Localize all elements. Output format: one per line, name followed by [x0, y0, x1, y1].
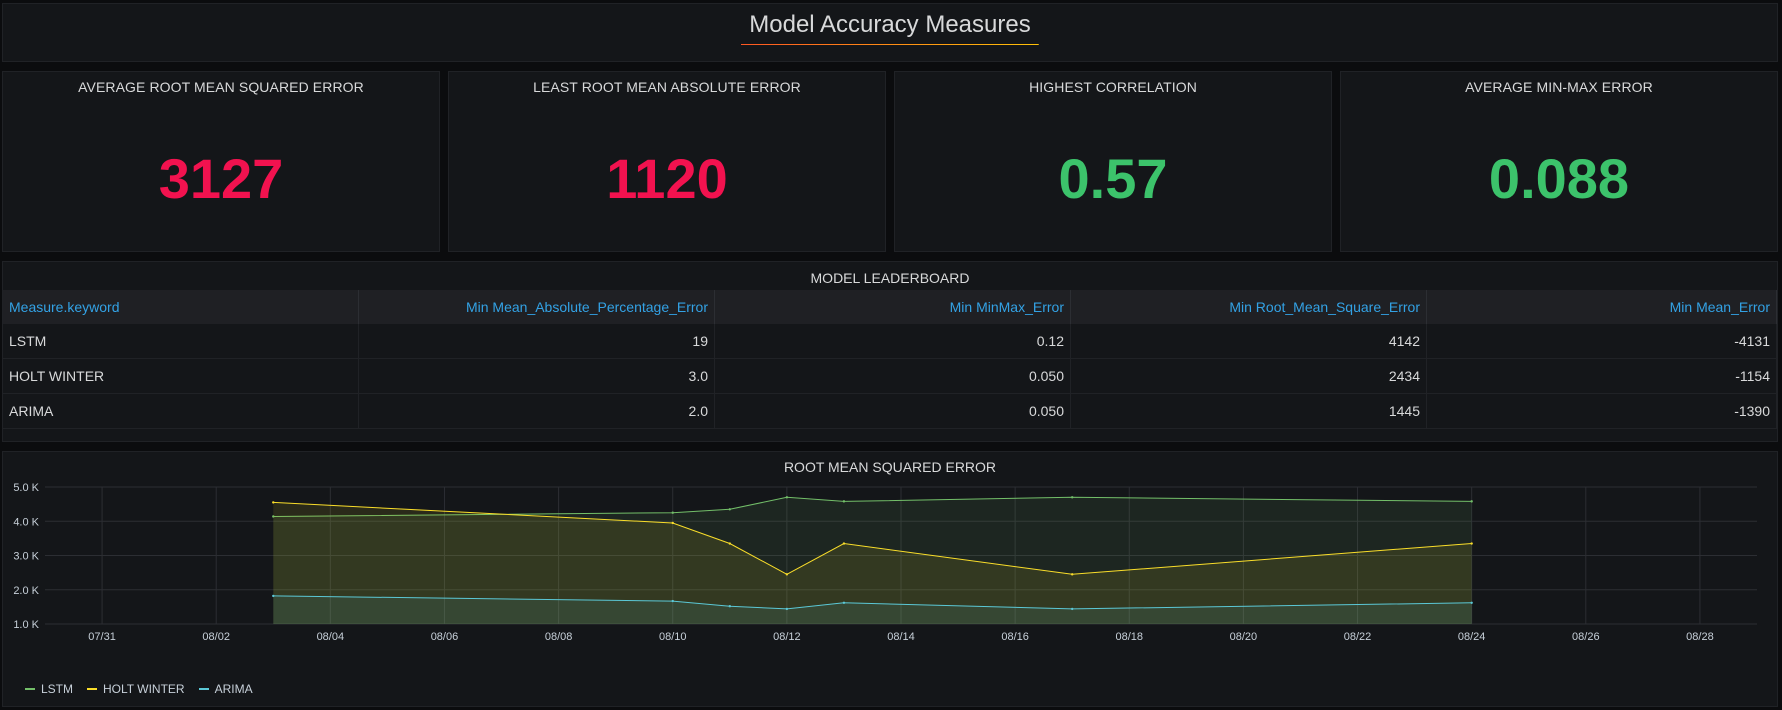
- column-header-mape[interactable]: Min Mean_Absolute_Percentage_Error: [358, 290, 715, 324]
- table-cell: -1154: [1426, 358, 1777, 394]
- stat-panel-highest-correlation[interactable]: HIGHEST CORRELATION 0.57: [894, 71, 1332, 252]
- x-tick-label: 08/08: [545, 631, 573, 643]
- leaderboard-table: Measure.keyword Min Mean_Absolute_Percen…: [3, 290, 1777, 429]
- column-header-mean-error[interactable]: Min Mean_Error: [1426, 290, 1777, 324]
- column-header-rmse[interactable]: Min Root_Mean_Square_Error: [1070, 290, 1427, 324]
- chart-title: ROOT MEAN SQUARED ERROR: [783, 459, 997, 475]
- table-cell: LSTM: [3, 324, 359, 359]
- table-cell: 2434: [1070, 358, 1427, 394]
- data-point-lstm: [671, 511, 674, 514]
- data-point-lstm: [785, 496, 789, 499]
- x-tick-label: 08/24: [1458, 631, 1486, 643]
- stat-value: 1120: [606, 147, 728, 210]
- data-point-holt-winter: [1071, 573, 1074, 576]
- stat-value: 3127: [158, 147, 284, 210]
- stat-title: AVERAGE ROOT MEAN SQUARED ERROR: [78, 79, 364, 95]
- stat-value: 0.088: [1488, 147, 1630, 210]
- legend-item-lstm[interactable]: LSTM: [25, 682, 73, 696]
- dashboard-title: Model Accuracy Measures: [741, 11, 1039, 46]
- stat-value: 0.57: [1058, 147, 1168, 210]
- legend-item-arima[interactable]: ARIMA: [198, 682, 253, 696]
- data-point-lstm: [1470, 500, 1473, 503]
- legend-label: ARIMA: [214, 682, 253, 696]
- table-cell: 0.050: [714, 358, 1071, 394]
- table-cell: 4142: [1070, 324, 1427, 359]
- x-tick-label: 08/16: [1001, 631, 1029, 643]
- y-tick-label: 5.0 K: [13, 482, 39, 494]
- data-point-arima: [842, 601, 846, 604]
- table-cell: 1445: [1070, 393, 1427, 429]
- legend-swatch-holt-winter: [87, 688, 98, 690]
- data-point-holt-winter: [842, 542, 846, 545]
- data-point-arima: [1071, 607, 1074, 611]
- table-cell: 19: [358, 324, 715, 359]
- x-tick-label: 08/06: [431, 631, 459, 643]
- data-point-arima: [785, 607, 789, 611]
- data-point-arima: [1470, 601, 1473, 604]
- legend-item-holt-winter[interactable]: HOLT WINTER: [87, 682, 185, 696]
- data-point-lstm: [842, 500, 846, 503]
- x-tick-label: 08/26: [1572, 631, 1600, 643]
- data-point-holt-winter: [728, 542, 731, 545]
- y-tick-label: 3.0 K: [13, 551, 39, 563]
- x-tick-label: 08/12: [773, 631, 801, 643]
- data-point-arima: [671, 599, 674, 603]
- legend-swatch-arima: [198, 688, 209, 690]
- x-tick-label: 07/31: [88, 631, 116, 643]
- table-cell: ARIMA: [3, 393, 359, 429]
- stat-panel-avg-minmax-error[interactable]: AVERAGE MIN-MAX ERROR 0.088: [1340, 71, 1778, 252]
- data-point-holt-winter: [785, 573, 789, 576]
- data-point-holt-winter: [671, 521, 674, 525]
- leaderboard-panel: MODEL LEADERBOARD Measure.keyword Min Me…: [2, 261, 1778, 442]
- rmse-chart[interactable]: 1.0 K 2.0 K 3.0 K 4.0 K 5.0 K 07/31 08/02 08/04…: [3, 452, 1777, 706]
- column-header-measure-keyword[interactable]: Measure.keyword: [3, 290, 359, 324]
- title-panel: Model Accuracy Measures: [2, 3, 1778, 62]
- x-tick-label: 08/28: [1686, 631, 1714, 643]
- x-tick-label: 08/18: [1116, 631, 1144, 643]
- data-point-holt-winter: [1470, 542, 1473, 545]
- x-tick-label: 08/14: [887, 631, 915, 643]
- legend-label: HOLT WINTER: [103, 682, 185, 696]
- data-point-holt-winter: [272, 501, 275, 504]
- table-cell: -1390: [1426, 393, 1777, 429]
- data-point-arima: [728, 604, 731, 608]
- x-tick-label: 08/04: [317, 631, 345, 643]
- stat-panel-least-rmae[interactable]: LEAST ROOT MEAN ABSOLUTE ERROR 1120: [448, 71, 886, 252]
- table-row: LSTM 19 0.12 4142 -4131: [3, 324, 1777, 359]
- table-cell: 3.0: [358, 358, 715, 394]
- rmse-chart-panel: 1.0 K 2.0 K 3.0 K 4.0 K 5.0 K 07/31 08/02 08/04…: [2, 451, 1778, 707]
- table-cell: HOLT WINTER: [3, 358, 359, 394]
- data-point-lstm: [1071, 496, 1074, 499]
- x-tick-label: 08/22: [1344, 631, 1372, 643]
- legend-label: LSTM: [41, 682, 74, 696]
- stat-panel-avg-rmse[interactable]: AVERAGE ROOT MEAN SQUARED ERROR 3127: [2, 71, 440, 252]
- y-tick-label: 1.0 K: [13, 619, 39, 631]
- table-cell: -4131: [1426, 324, 1777, 359]
- x-tick-label: 08/02: [202, 631, 230, 643]
- x-tick-label: 08/10: [659, 631, 687, 643]
- table-cell: 0.12: [714, 324, 1071, 359]
- chart-legend: LSTM HOLT WINTER ARIMA: [25, 682, 253, 696]
- table-cell: 0.050: [714, 393, 1071, 429]
- table-row: HOLT WINTER 3.0 0.050 2434 -1154: [3, 358, 1777, 394]
- stat-title: HIGHEST CORRELATION: [1029, 79, 1197, 95]
- column-header-minmax-error[interactable]: Min MinMax_Error: [714, 290, 1071, 324]
- table-row: ARIMA 2.0 0.050 1445 -1390: [3, 393, 1777, 429]
- data-point-arima: [272, 594, 275, 598]
- stat-title: AVERAGE MIN-MAX ERROR: [1465, 79, 1653, 95]
- table-cell: 2.0: [358, 393, 715, 429]
- data-point-lstm: [728, 508, 731, 511]
- y-tick-label: 2.0 K: [13, 585, 39, 597]
- stat-title: LEAST ROOT MEAN ABSOLUTE ERROR: [533, 79, 801, 95]
- y-tick-label: 4.0 K: [13, 516, 39, 528]
- legend-swatch-lstm: [25, 688, 35, 690]
- x-tick-label: 08/20: [1230, 631, 1258, 643]
- leaderboard-title: MODEL LEADERBOARD: [810, 270, 970, 286]
